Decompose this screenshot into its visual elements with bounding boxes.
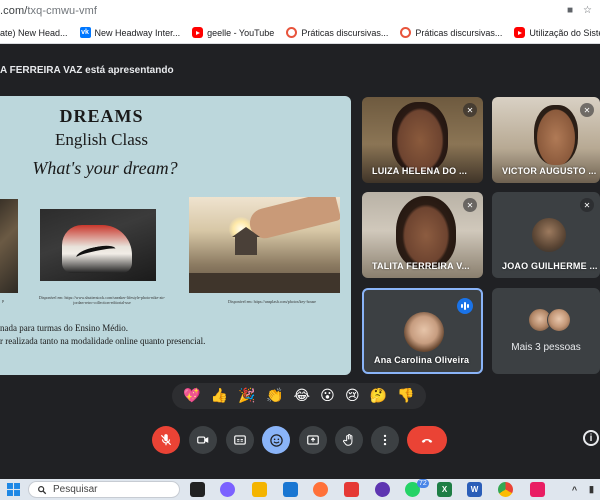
slide-caption: p [2, 298, 4, 303]
info-icon[interactable]: i [583, 430, 599, 446]
bookmark-item[interactable]: vk New Headway Inter... [74, 22, 187, 43]
app-icon[interactable] [375, 482, 390, 497]
mic-off-icon [160, 434, 172, 446]
bookmark-item[interactable]: Utilização do Siste... [508, 22, 600, 43]
slide-image-key-house [189, 197, 340, 293]
leave-call-button[interactable] [407, 426, 447, 454]
participant-name: LUIZA HELENA DO ... [372, 166, 468, 176]
slide-caption: Disponível em: https://unsplash.com/phot… [228, 299, 316, 304]
party-popper-reaction-icon[interactable]: 🎉 [238, 388, 255, 404]
laughing-reaction-icon[interactable]: 😂 [294, 388, 310, 404]
camera-icon[interactable]: ■ [567, 4, 573, 18]
presentation-slide: DREAMS English Class What's your dream? … [0, 96, 351, 375]
snipping-tool-icon[interactable] [530, 482, 545, 497]
more-participants-label: Mais 3 pessoas [511, 342, 581, 353]
participant-tile-active-speaker[interactable]: Ana Carolina Oliveira [362, 288, 483, 374]
participant-tile[interactable]: ✕ LUIZA HELENA DO ... [362, 97, 483, 183]
thumbs-up-reaction-icon[interactable]: 👍 [211, 388, 228, 404]
participant-name: TALITA FERREIRA V... [372, 261, 470, 271]
slide-caption: Disponível em: https://www.shutterstock.… [38, 295, 166, 305]
task-view-icon[interactable] [190, 482, 205, 497]
heart-reaction-icon[interactable]: 💖 [183, 388, 200, 404]
participant-video [396, 196, 456, 268]
mail-icon[interactable] [283, 482, 298, 497]
chevron-up-icon[interactable]: ^ [567, 482, 582, 497]
camera-toggle-button[interactable] [189, 426, 217, 454]
raise-hand-icon [343, 433, 353, 446]
camera-icon [197, 436, 209, 444]
vk-icon: vk [79, 27, 91, 38]
avatar [404, 312, 444, 352]
presenter-banner: A FERREIRA VAZ está apresentando [0, 64, 174, 76]
more-options-button[interactable] [371, 426, 399, 454]
reactions-bar: 💖 👍 🎉 👏 😂 😮 😢 🤔 👎 [172, 383, 426, 409]
captions-button[interactable] [226, 426, 254, 454]
word-icon[interactable]: W [467, 482, 482, 497]
raise-hand-button[interactable] [335, 426, 363, 454]
address-bar-actions: ■ ☆ [567, 4, 592, 18]
bookmark-item[interactable]: geelle - YouTube [186, 22, 280, 43]
thinking-reaction-icon[interactable]: 🤔 [370, 388, 387, 404]
slide-image-sneakers [40, 209, 156, 281]
more-vertical-icon [383, 434, 387, 446]
mic-toggle-button[interactable] [152, 426, 180, 454]
taskbar-search-input[interactable]: Pesquisar [28, 481, 180, 498]
chat-icon[interactable] [220, 482, 235, 497]
slide-body-text: nada para turmas do Ensino Médio. r real… [0, 323, 206, 346]
bookmark-item[interactable]: ate) New Head... [0, 22, 74, 43]
participant-tile[interactable]: ✕ TALITA FERREIRA V... [362, 192, 483, 278]
youtube-icon [192, 27, 204, 38]
participant-video [392, 102, 448, 172]
network-icon[interactable]: ▮ [584, 482, 599, 497]
slide-question: What's your dream? [32, 158, 178, 178]
mic-off-icon: ✕ [463, 103, 477, 117]
participant-name: VICTOR AUGUSTO ... [502, 166, 597, 176]
participant-name: Ana Carolina Oliveira [374, 355, 470, 365]
present-screen-icon [307, 435, 319, 445]
avatar [532, 218, 566, 252]
slide-subtitle: English Class [54, 130, 149, 149]
excel-icon[interactable]: X [437, 482, 452, 497]
more-participants-tile[interactable]: Mais 3 pessoas [492, 288, 600, 374]
participant-tile[interactable]: ✕ VICTOR AUGUSTO ... [492, 97, 600, 183]
url-text[interactable]: .com/txq-cmwu-vmf [0, 5, 97, 17]
address-bar[interactable]: .com/txq-cmwu-vmf ■ ☆ [0, 0, 600, 22]
firefox-icon[interactable] [313, 482, 328, 497]
avatar [547, 308, 571, 332]
file-explorer-icon[interactable] [252, 482, 267, 497]
crying-reaction-icon[interactable]: 😢 [345, 388, 360, 404]
mic-off-icon: ✕ [580, 103, 594, 117]
speaking-indicator-icon [457, 298, 473, 314]
slide-image-collage [0, 199, 18, 293]
search-icon [38, 485, 47, 494]
mic-off-icon: ✕ [580, 198, 594, 212]
bookmark-star-icon[interactable]: ☆ [583, 4, 592, 18]
reactions-button[interactable] [262, 426, 290, 454]
windows-start-icon[interactable] [6, 482, 21, 497]
bookmark-item[interactable]: Práticas discursivas... [280, 22, 394, 43]
chrome-icon[interactable] [498, 482, 513, 497]
participant-tile[interactable]: ✕ JOAO GUILHERME ... [492, 192, 600, 278]
bookmarks-bar: ate) New Head... vk New Headway Inter...… [0, 22, 600, 44]
mic-off-icon: ✕ [463, 198, 477, 212]
present-screen-button[interactable] [299, 426, 327, 454]
smiley-icon [269, 433, 283, 447]
pdf-reader-icon[interactable] [344, 482, 359, 497]
youtube-icon [514, 27, 526, 38]
participant-video [534, 105, 578, 165]
passei-direto-icon [400, 27, 412, 38]
surprised-reaction-icon[interactable]: 😮 [320, 388, 335, 404]
hang-up-icon [421, 438, 433, 443]
participant-name: JOAO GUILHERME ... [502, 261, 598, 271]
closed-captions-icon [234, 435, 246, 445]
thumbs-down-reaction-icon[interactable]: 👎 [397, 388, 414, 404]
clapping-reaction-icon[interactable]: 👏 [266, 388, 283, 404]
passei-direto-icon [286, 27, 298, 38]
bookmark-item[interactable]: Práticas discursivas... [394, 22, 508, 43]
windows-taskbar: Pesquisar 72 X W ^ ▮ [0, 479, 600, 500]
notification-badge: 72 [417, 479, 429, 488]
slide-title: DREAMS [59, 106, 144, 126]
